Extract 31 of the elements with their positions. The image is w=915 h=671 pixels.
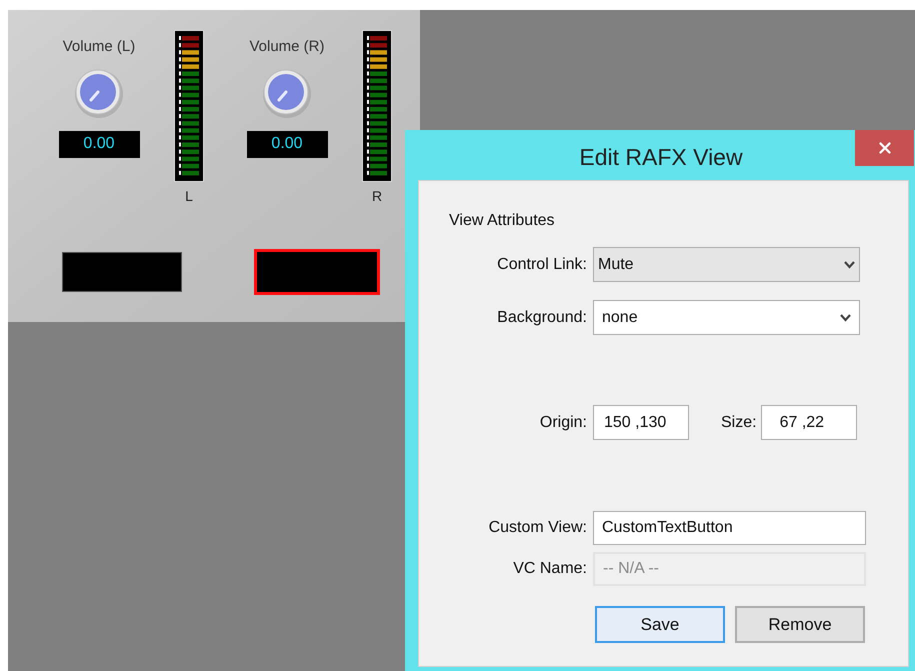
section-title: View Attributes <box>449 211 556 231</box>
value-display: 0.00 <box>246 130 328 158</box>
view-placeholder[interactable] <box>254 249 380 295</box>
meter-label: L <box>185 187 193 206</box>
dialog-button[interactable]: Save <box>595 606 725 643</box>
knob-label: Volume (L) <box>62 37 136 57</box>
window-title: Edit RAFX View <box>579 142 743 172</box>
close-button[interactable] <box>855 130 914 166</box>
input-field: -- N/A -- <box>593 552 866 586</box>
level-meter-icon <box>362 30 392 182</box>
knob-label: Volume (R) <box>249 37 325 57</box>
dropdown[interactable]: none <box>593 300 860 335</box>
field-label: Background: <box>496 308 588 328</box>
chevron-down-icon <box>844 260 855 268</box>
knob-icon[interactable] <box>261 66 313 118</box>
field-label: Control Link: <box>496 254 588 274</box>
knob-icon[interactable] <box>73 66 125 118</box>
chevron-down-icon <box>840 314 851 322</box>
input-field[interactable]: 67 ,22 <box>760 405 857 440</box>
view-placeholder[interactable] <box>62 252 182 292</box>
field-label: Origin: <box>538 412 588 432</box>
input-field[interactable]: 150 ,130 <box>593 405 689 440</box>
value-display: 0.00 <box>58 130 140 158</box>
field-label: VC Name: <box>512 559 588 579</box>
meter-label: R <box>372 187 382 206</box>
input-field[interactable]: CustomTextButton <box>593 511 866 545</box>
dropdown[interactable]: Mute <box>593 247 860 282</box>
field-label: Custom View: <box>488 518 588 538</box>
dialog-button[interactable]: Remove <box>735 606 865 643</box>
field-label: Size: <box>721 412 757 432</box>
level-meter-icon <box>174 30 204 182</box>
